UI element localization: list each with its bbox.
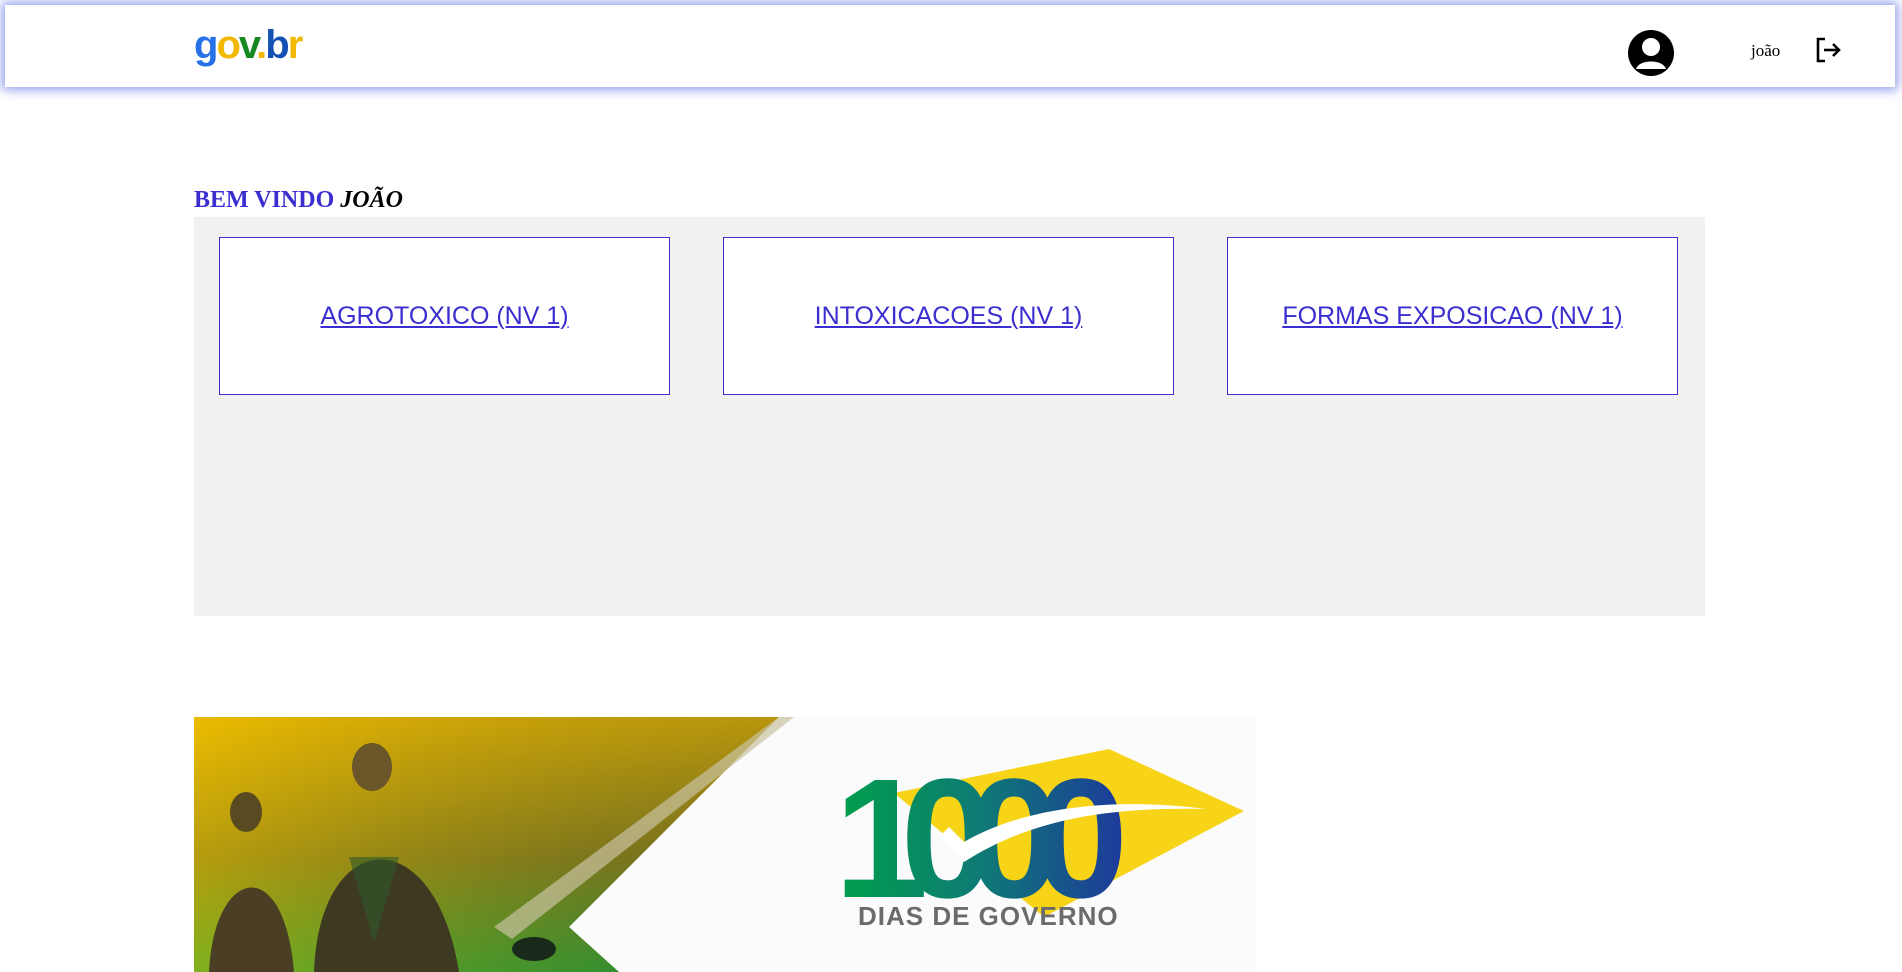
banner-artwork: 1000 DIAS DE GOVERNO	[194, 717, 1244, 972]
card-intoxicacoes-link[interactable]: INTOXICACOES (NV 1)	[815, 302, 1083, 331]
welcome-heading: BEM VINDO JOÃO	[194, 187, 403, 214]
gov-br-logo[interactable]: gov.br	[194, 25, 303, 65]
logout-icon[interactable]	[1813, 35, 1843, 65]
banner-caption: DIAS DE GOVERNO	[858, 901, 1119, 931]
top-header: gov.br joão	[5, 5, 1895, 87]
person-head-icon	[352, 743, 392, 791]
user-name: joão	[1751, 41, 1781, 60]
person-head-icon	[230, 792, 262, 832]
user-avatar-icon[interactable]	[1627, 29, 1675, 77]
menu-panel: AGROTOXICO (NV 1) INTOXICACOES (NV 1) FO…	[194, 217, 1705, 616]
card-agrotoxico[interactable]: AGROTOXICO (NV 1)	[219, 237, 670, 395]
welcome-user-name: JOÃO	[340, 187, 403, 213]
welcome-prefix: BEM VINDO	[194, 187, 335, 213]
card-formas-exposicao[interactable]: FORMAS EXPOSICAO (NV 1)	[1227, 237, 1678, 395]
government-banner: 1000 DIAS DE GOVERNO	[194, 717, 1256, 972]
card-formas-exposicao-link[interactable]: FORMAS EXPOSICAO (NV 1)	[1282, 302, 1622, 331]
card-intoxicacoes[interactable]: INTOXICACOES (NV 1)	[723, 237, 1174, 395]
bird-icon	[512, 937, 556, 961]
card-agrotoxico-link[interactable]: AGROTOXICO (NV 1)	[320, 302, 568, 331]
